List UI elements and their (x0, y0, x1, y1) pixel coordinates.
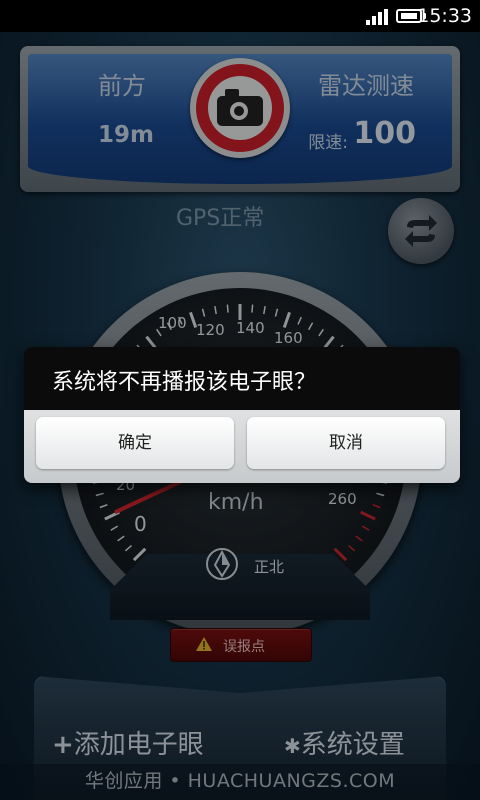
confirm-button[interactable]: 确定 (36, 417, 234, 469)
signal-icon (366, 9, 388, 25)
clock: 15:33 (417, 5, 472, 27)
cancel-button[interactable]: 取消 (247, 417, 445, 469)
confirm-dialog: 系统将不再播报该电子眼？ 确定 取消 (24, 347, 460, 483)
dialog-button-bar: 确定 取消 (24, 410, 460, 483)
dialog-message: 系统将不再播报该电子眼？ (52, 370, 317, 395)
status-bar: 15:33 (0, 0, 480, 32)
dialog-title-bar: 系统将不再播报该电子眼？ (24, 347, 460, 410)
